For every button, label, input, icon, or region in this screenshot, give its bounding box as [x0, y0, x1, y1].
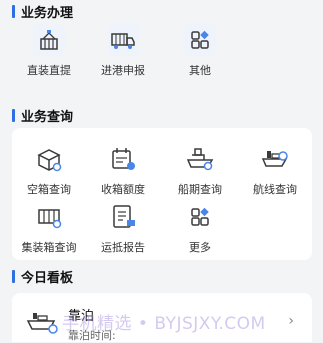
- tile-label: 集装箱查询: [21, 241, 77, 254]
- tile-label: 直装直提: [27, 64, 71, 77]
- section-accent-bar: [12, 270, 15, 283]
- container-search-icon: [38, 209, 62, 229]
- chevron-right-icon: ›: [288, 313, 294, 329]
- section-accent-bar: [12, 109, 15, 122]
- tile-empty-box[interactable]: 空箱查询: [15, 143, 83, 197]
- section-title-board-text: 今日看板: [21, 271, 74, 286]
- ship-schedule-icon: [186, 148, 214, 171]
- tile-label: 船期查询: [178, 183, 222, 196]
- tile-label: 运抵报告: [101, 241, 145, 254]
- section-title-business-text: 业务办理: [21, 6, 74, 21]
- calendar-quota-icon: [112, 148, 135, 170]
- tile-other[interactable]: 其他: [166, 24, 234, 78]
- tile-jingang[interactable]: 进港申报: [89, 24, 157, 78]
- tile-quota[interactable]: 收箱额度: [89, 143, 157, 197]
- watermark: 手机精选 • BYJSJXY.COM: [62, 314, 266, 334]
- section-title-business: 业务办理: [12, 2, 73, 21]
- tile-label: 更多: [189, 241, 211, 254]
- tile-label: 空箱查询: [27, 183, 71, 196]
- tile-label: 其他: [189, 64, 211, 77]
- ship-berth-icon: [26, 313, 58, 334]
- tile-label: 收箱额度: [101, 183, 145, 196]
- tile-label: 航线查询: [253, 183, 297, 196]
- tile-more[interactable]: 更多: [166, 201, 234, 255]
- more-grid-icon: [191, 207, 209, 226]
- tile-schedule[interactable]: 船期查询: [166, 143, 234, 197]
- tile-label: 进港申报: [101, 64, 145, 77]
- section-title-board: 今日看板: [12, 267, 73, 286]
- report-icon: [113, 205, 135, 228]
- container-crane-icon: [33, 24, 65, 56]
- tile-container[interactable]: 集装箱查询: [15, 201, 83, 255]
- section-title-query: 业务查询: [12, 106, 73, 125]
- tile-report[interactable]: 运抵报告: [89, 201, 157, 255]
- truck-icon: [107, 24, 139, 56]
- tile-zhizhuang[interactable]: 直装直提: [15, 24, 83, 78]
- route-ship-icon: [261, 151, 288, 167]
- grid-icon: [184, 24, 216, 56]
- section-title-query-text: 业务查询: [21, 110, 74, 125]
- section-accent-bar: [12, 5, 15, 18]
- tile-route[interactable]: 航线查询: [241, 143, 309, 197]
- empty-box-search-icon: [37, 149, 62, 172]
